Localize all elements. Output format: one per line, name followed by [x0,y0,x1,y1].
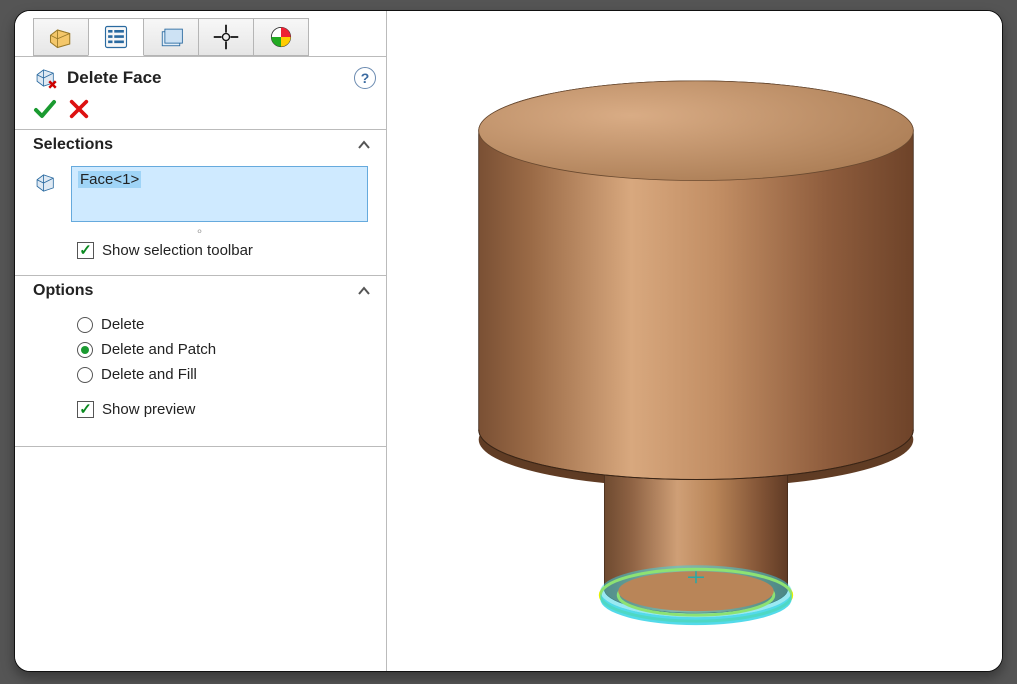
resize-handle[interactable]: ∘ [33,224,368,238]
app-window: Delete Face ? Selection [14,10,1003,672]
selection-list[interactable]: Face<1> [71,166,368,222]
option-delete-radio[interactable] [77,317,93,333]
target-icon [212,23,240,51]
feature-tab[interactable] [33,18,89,56]
property-manager-tab[interactable] [88,18,144,56]
option-delete-fill-label[interactable]: Delete and Fill [101,366,197,383]
confirm-row [15,97,386,130]
option-delete-row: Delete [33,312,368,337]
option-delete-fill-radio[interactable] [77,367,93,383]
option-delete-patch-label[interactable]: Delete and Patch [101,341,216,358]
list-icon [102,23,130,51]
x-icon [68,98,90,120]
panel-tabs [15,11,386,57]
show-toolbar-label[interactable]: Show selection toolbar [102,242,253,259]
feature-title: Delete Face [63,68,354,88]
appearance-tab[interactable] [253,18,309,56]
selections-body: Face<1> ∘ Show selection toolbar [15,160,386,275]
property-manager-panel: Delete Face ? Selection [15,11,387,671]
option-delete-patch-radio[interactable] [77,342,93,358]
show-preview-row: Show preview [33,397,368,422]
ok-button[interactable] [33,97,57,121]
option-delete-fill-row: Delete and Fill [33,362,368,387]
model-render [387,11,1002,671]
scene [387,11,1002,671]
show-toolbar-row: Show selection toolbar [33,238,368,263]
check-icon [33,97,57,121]
options-header-label: Options [33,282,93,300]
show-preview-label[interactable]: Show preview [102,401,195,418]
content-split: Delete Face ? Selection [15,11,1002,671]
options-body: Delete Delete and Patch Delete and Fill … [15,306,386,446]
help-button[interactable]: ? [354,67,376,89]
face-icon [33,166,61,200]
part-icon [47,23,75,51]
show-toolbar-checkbox[interactable] [77,242,94,259]
option-delete-patch-row: Delete and Patch [33,337,368,362]
chevron-up-icon [356,283,372,299]
selection-item[interactable]: Face<1> [78,171,141,188]
options-header[interactable]: Options [15,276,386,306]
selections-header-label: Selections [33,136,113,154]
3d-viewport[interactable] [387,11,1002,671]
selections-section: Selections Face<1> [15,130,386,276]
chevron-up-icon [356,137,372,153]
options-section: Options Delete Delete and Patch [15,276,386,447]
selected-face-highlight [600,565,791,625]
configuration-tab[interactable] [143,18,199,56]
sheet-stack-icon [157,23,185,51]
feature-header: Delete Face ? [15,57,386,97]
delete-face-icon [33,65,63,91]
selections-header[interactable]: Selections [15,130,386,160]
selection-row: Face<1> [33,166,368,222]
dimxpert-tab[interactable] [198,18,254,56]
color-ball-icon [267,23,295,51]
option-delete-label[interactable]: Delete [101,316,144,333]
show-preview-checkbox[interactable] [77,401,94,418]
cancel-button[interactable] [67,97,91,121]
